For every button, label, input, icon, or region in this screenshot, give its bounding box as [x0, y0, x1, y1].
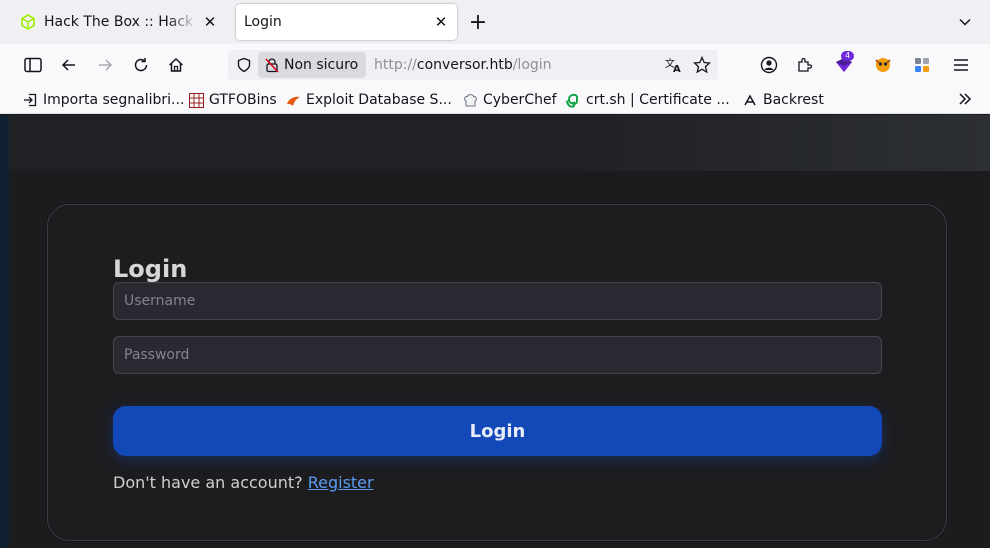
account-icon[interactable] [757, 53, 781, 77]
exploit-db-icon [285, 92, 301, 108]
username-field-container [113, 282, 882, 320]
reload-icon[interactable] [129, 53, 153, 77]
hamburger-menu-icon[interactable] [949, 53, 973, 77]
bookmark-label: Importa segnalibri... [43, 92, 185, 108]
close-icon[interactable]: ✕ [429, 10, 453, 34]
bookmark-label: CyberChef [483, 92, 557, 108]
bookmark-label: crt.sh | Certificate ... [586, 92, 730, 108]
import-icon [22, 92, 38, 108]
not-secure-indicator[interactable]: Non sicuro [258, 52, 367, 78]
home-icon[interactable] [164, 53, 188, 77]
address-bar[interactable]: Non sicuro http://conversor.htb/login 文A [228, 50, 718, 80]
cyberchef-icon [462, 92, 478, 108]
url-scheme: http:// [374, 57, 417, 73]
sidebar-toggle-icon[interactable] [21, 53, 45, 77]
password-input[interactable] [114, 337, 881, 373]
bookmark-label: Exploit Database S... [306, 92, 452, 108]
security-label: Non sicuro [284, 57, 359, 73]
bookmark-gtfobins[interactable]: GTFOBins [188, 89, 277, 111]
navigation-toolbar: Non sicuro http://conversor.htb/login 文A… [0, 44, 990, 86]
page-title: Login [113, 255, 188, 283]
backrest-icon [742, 92, 758, 108]
bookmark-crtsh[interactable]: crt.sh | Certificate ... [565, 89, 730, 111]
tab-title: Hack The Box :: Hack The Box [44, 14, 198, 30]
forward-arrow-icon[interactable] [93, 53, 117, 77]
chevron-double-right-icon[interactable] [954, 88, 976, 110]
password-field-container [113, 336, 882, 374]
close-icon[interactable]: ✕ [198, 10, 222, 34]
crtsh-icon [565, 92, 581, 108]
hack-the-box-icon [21, 14, 35, 30]
extension-wappalyzer-icon[interactable] [910, 53, 934, 77]
login-button[interactable]: Login [113, 406, 882, 456]
extensions-puzzle-icon[interactable] [793, 53, 817, 77]
broken-lock-icon [265, 58, 279, 73]
register-link[interactable]: Register [308, 473, 374, 492]
tab-login[interactable]: Login ✕ [236, 4, 457, 40]
shield-icon[interactable] [234, 55, 254, 75]
tab-title: Login [244, 14, 282, 30]
bookmark-backrest[interactable]: Backrest [742, 89, 824, 111]
bookmark-exploit-db[interactable]: Exploit Database S... [285, 89, 452, 111]
extension-fox-icon[interactable] [871, 53, 895, 77]
new-tab-plus-icon[interactable]: + [466, 10, 490, 35]
star-bookmark-icon[interactable] [692, 55, 712, 75]
svg-text:A: A [673, 64, 681, 74]
url-text[interactable]: http://conversor.htb/login [374, 50, 552, 80]
bookmark-cyberchef[interactable]: CyberChef [462, 89, 557, 111]
bookmark-label: GTFOBins [209, 92, 277, 108]
header-gradient [570, 115, 990, 171]
site-header [9, 115, 990, 171]
bookmark-label: Backrest [763, 92, 824, 108]
url-host: conversor.htb [416, 57, 513, 73]
bookmarks-bar: Importa segnalibri... GTFOBins Exploit D… [0, 86, 990, 114]
page-viewport: Login Login Don't have an account? Regis… [0, 115, 990, 548]
gtfobins-icon [188, 92, 204, 108]
url-path: /login [512, 57, 552, 73]
username-input[interactable] [114, 283, 881, 319]
register-prompt: Don't have an account? Register [113, 473, 374, 492]
translate-icon[interactable]: 文A [664, 55, 684, 75]
tab-hack-the-box[interactable]: Hack The Box :: Hack The Box ✕ [8, 4, 226, 40]
no-account-text: Don't have an account? [113, 473, 303, 492]
window-edge [0, 115, 9, 548]
tab-strip: Hack The Box :: Hack The Box ✕ Login ✕ + [0, 0, 990, 44]
chevron-down-icon[interactable] [953, 10, 977, 34]
extension-badge: 4 [841, 51, 854, 61]
back-arrow-icon[interactable] [57, 53, 81, 77]
bookmark-import[interactable]: Importa segnalibri... [22, 89, 184, 111]
login-card: Login Login Don't have an account? Regis… [47, 204, 947, 541]
